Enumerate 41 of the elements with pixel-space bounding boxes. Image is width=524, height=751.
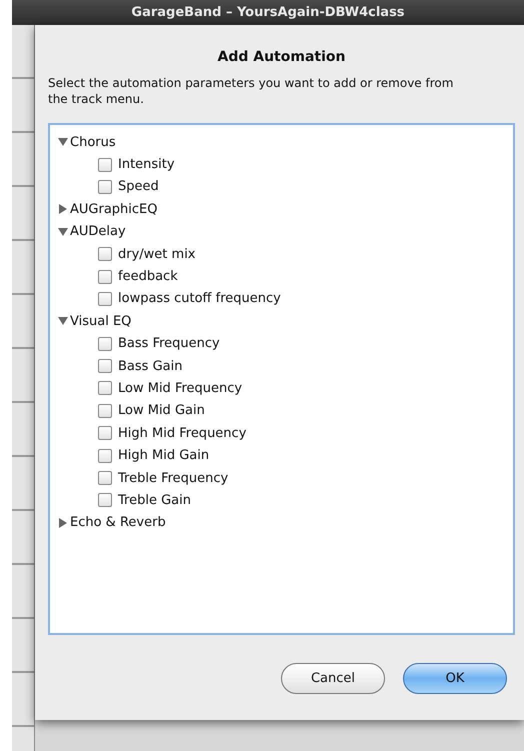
effect-group-label[interactable]: AUDelay xyxy=(70,224,126,240)
checkbox[interactable] xyxy=(98,270,112,284)
checkbox[interactable] xyxy=(98,180,112,194)
parameter-label[interactable]: Low Mid Frequency xyxy=(118,380,242,396)
effect-group-label[interactable]: Chorus xyxy=(70,134,116,150)
effect-group-label[interactable]: Visual EQ xyxy=(70,314,132,329)
ok-button[interactable]: OK xyxy=(403,663,507,694)
checkbox[interactable] xyxy=(98,493,112,508)
checkbox[interactable] xyxy=(98,292,112,306)
checkbox[interactable] xyxy=(98,359,112,374)
parameter-label[interactable]: High Mid Gain xyxy=(118,448,210,464)
effect-group-label[interactable]: AUGraphicEQ xyxy=(70,202,158,217)
parameter-label[interactable]: feedback xyxy=(118,269,178,284)
expanded-triangle-icon[interactable] xyxy=(58,137,68,148)
dialog-description: Select the automation parameters you want to add or remove from the track menu. xyxy=(48,75,454,107)
effect-group-label[interactable]: Echo & Reverb xyxy=(70,515,166,530)
cancel-button[interactable]: Cancel xyxy=(281,663,385,694)
checkbox[interactable] xyxy=(98,336,112,351)
checkbox[interactable] xyxy=(98,158,112,172)
checkbox[interactable] xyxy=(98,404,112,418)
parameter-label[interactable]: Bass Gain xyxy=(118,358,182,374)
parameter-label[interactable]: Bass Frequency xyxy=(118,336,220,352)
checkbox[interactable] xyxy=(98,426,112,440)
parameter-label[interactable]: Treble Gain xyxy=(118,492,191,508)
collapsed-triangle-icon[interactable] xyxy=(58,518,68,528)
window-title: GarageBand – YoursAgain-DBW4class xyxy=(12,0,524,25)
checkbox[interactable] xyxy=(98,448,112,463)
parameter-label[interactable]: Treble Frequency xyxy=(118,470,228,486)
parameter-label[interactable]: Intensity xyxy=(118,157,175,172)
parameter-label[interactable]: Low Mid Gain xyxy=(118,403,205,418)
parameter-label[interactable]: lowpass cutoff frequency xyxy=(118,291,281,306)
parameter-label[interactable]: High Mid Frequency xyxy=(118,426,246,441)
checkbox[interactable] xyxy=(98,381,112,396)
collapsed-triangle-icon[interactable] xyxy=(58,204,68,214)
parameter-label[interactable]: Speed xyxy=(118,179,159,194)
expanded-triangle-icon[interactable] xyxy=(58,316,68,326)
checkbox[interactable] xyxy=(98,247,112,262)
parameter-label[interactable]: dry/wet mix xyxy=(118,246,196,262)
dialog-title: Add Automation xyxy=(216,49,346,65)
expanded-triangle-icon[interactable] xyxy=(58,226,68,237)
checkbox[interactable] xyxy=(98,471,112,486)
